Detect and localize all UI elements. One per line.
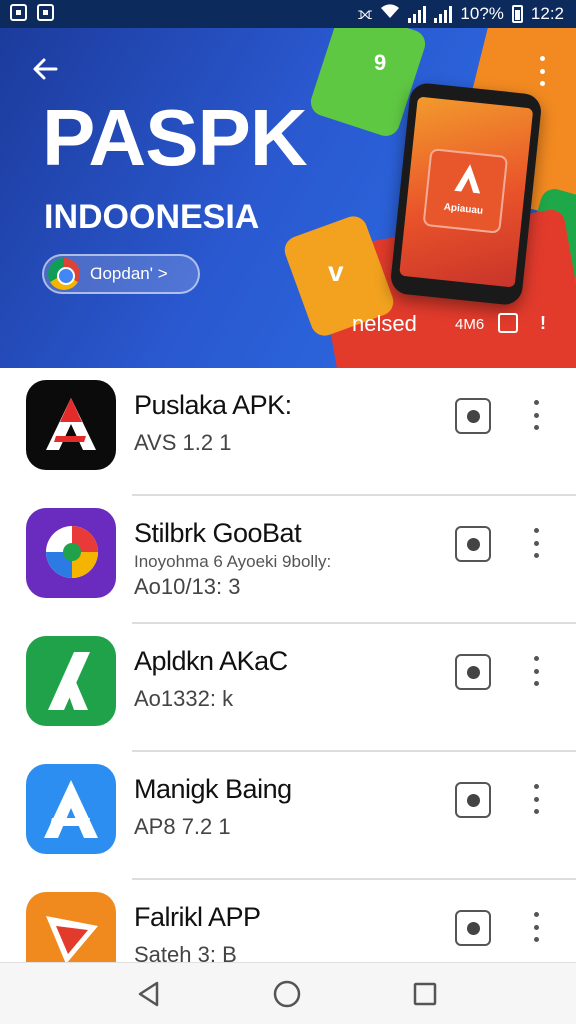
nav-recents-button[interactable] xyxy=(408,977,442,1011)
install-button[interactable] xyxy=(455,398,491,434)
select-checkbox[interactable] xyxy=(498,313,518,333)
status-indicators: ⟗ 10?% 12:2 xyxy=(358,3,564,24)
orange-play-logo-icon xyxy=(26,892,116,962)
green-shape-letter: 9 xyxy=(374,50,387,75)
vibrate-icon: ⟗ xyxy=(357,3,373,23)
yellow-shape-letter: v xyxy=(328,256,344,287)
phone-screen: Apiauau xyxy=(399,96,534,288)
app-name: Apldkn AKaC xyxy=(134,646,288,676)
row-more-button[interactable] xyxy=(528,400,544,430)
more-options-button[interactable] xyxy=(534,56,550,86)
battery-icon xyxy=(511,4,523,23)
app-version: Ao10/13: 3 xyxy=(134,574,241,599)
battery-percent: 10?% xyxy=(460,3,504,23)
phone-app-card: Apiauau xyxy=(422,148,509,234)
app-version: Sateh 3: B xyxy=(134,942,237,962)
install-button[interactable] xyxy=(455,526,491,562)
square-recents-icon xyxy=(413,982,437,1006)
share-icon[interactable]: ! xyxy=(540,313,546,334)
list-item[interactable]: Manigk Baing AP8 7.2 1 xyxy=(0,752,576,880)
browser-link-label: Ɑopdan' > xyxy=(90,264,168,283)
wifi-icon xyxy=(380,3,400,24)
app-version: Ao1332: k xyxy=(134,686,234,711)
navigation-bar xyxy=(0,962,576,1024)
hero-title: PASPK xyxy=(42,93,308,182)
phone-illustration: Apiauau xyxy=(389,81,543,307)
circle-home-icon xyxy=(273,980,301,1008)
app-name: Falrikl APP xyxy=(134,902,261,932)
install-button[interactable] xyxy=(455,654,491,690)
nav-back-button[interactable] xyxy=(132,977,166,1011)
chrome-icon xyxy=(48,258,80,290)
list-item[interactable]: Stilbrk GooBat Inoyohma 6 Ayoeki 9bolly:… xyxy=(0,496,576,624)
swirl-logo-icon xyxy=(26,508,116,598)
status-bar: ⟗ 10?% 12:2 xyxy=(0,0,576,28)
list-item[interactable]: Apldkn AKaC Ao1332: k xyxy=(0,624,576,752)
hero-subtitle: INDOONESIA xyxy=(44,198,260,236)
hero-count: 4M6 xyxy=(455,316,485,333)
app-screen: ⟗ 10?% 12:2 9 h v PASPK INDOONESIA xyxy=(0,0,576,1024)
nav-home-button[interactable] xyxy=(270,977,304,1011)
red-a-logo-icon xyxy=(26,380,116,470)
row-more-button[interactable] xyxy=(528,784,544,814)
arrow-left-icon xyxy=(33,58,58,80)
status-notifications xyxy=(10,4,54,21)
hero-banner: 9 h v PASPK INDOONESIA Ɑopdan' > xyxy=(0,28,576,368)
row-more-button[interactable] xyxy=(528,528,544,558)
notification-icon xyxy=(10,4,27,21)
install-button[interactable] xyxy=(455,910,491,946)
app-logo-icon xyxy=(454,164,481,194)
signal-icon xyxy=(408,5,427,23)
triangle-back-icon xyxy=(138,981,159,1007)
app-name: Puslaka APK: xyxy=(134,390,292,420)
app-version: AVS 1.2 1 xyxy=(134,430,232,455)
row-more-button[interactable] xyxy=(528,656,544,686)
row-more-button[interactable] xyxy=(528,912,544,942)
clock: 12:2 xyxy=(530,3,564,23)
app-name: Stilbrk GooBat xyxy=(134,518,302,548)
blue-a-logo-icon xyxy=(26,764,116,854)
browser-link-button[interactable]: Ɑopdan' > xyxy=(42,254,200,294)
app-version: AP8 7.2 1 xyxy=(134,814,231,839)
app-description: Inoyohma 6 Ayoeki 9bolly: xyxy=(134,552,332,571)
hero-caption: nelsed xyxy=(352,311,417,336)
list-item[interactable]: Puslaka APK: AVS 1.2 1 xyxy=(0,368,576,496)
app-list: Puslaka APK: AVS 1.2 1 Stilbrk GooBat In… xyxy=(0,368,576,962)
app-name: Manigk Baing xyxy=(134,774,292,804)
install-button[interactable] xyxy=(455,782,491,818)
signal-icon-2 xyxy=(434,5,453,23)
green-a-logo-icon xyxy=(26,636,116,726)
back-button[interactable] xyxy=(28,52,62,86)
list-item[interactable]: Falrikl APP Sateh 3: B xyxy=(0,880,576,962)
image-notification-icon xyxy=(37,4,54,21)
